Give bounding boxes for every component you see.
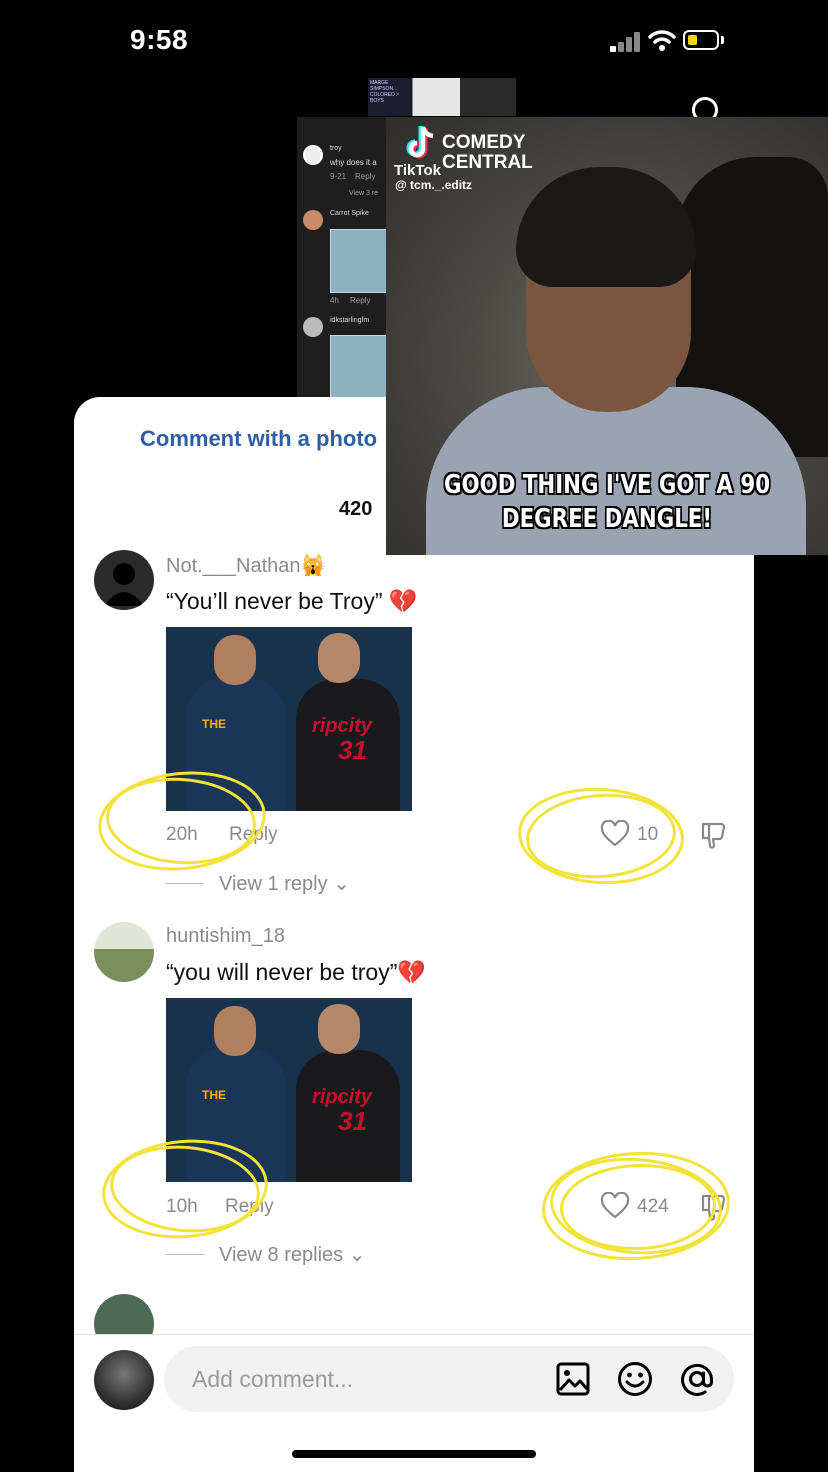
background-comments: troy why does it a 9-21 Reply View 3 re … [297,117,389,402]
comedy-central-logo: COMEDY CENTRAL [442,132,533,173]
comment-username[interactable]: huntishim_18 [166,925,285,948]
player-1-head [214,1006,256,1056]
avatar [303,317,323,337]
user-avatar[interactable] [94,1350,154,1410]
comment-avatar[interactable] [94,922,154,982]
video-username: @ tcm._.editz [395,178,473,192]
background-thumbnail: MARGE SIMPSON... COLORED > BOYS [368,78,516,116]
avatar [303,210,323,230]
replies-divider [166,1254,204,1255]
jersey-text-left: THE [202,1088,226,1102]
mention-icon[interactable] [679,1361,715,1397]
tiktok-brand: TikTok [394,162,441,179]
video-subtitle: GOOD THING I'VE GOT A 90 DEGREE DANGLE! [443,470,771,534]
hair [516,167,696,287]
comment-text: “You’ll never be Troy” 💔 [166,588,418,614]
dislike-icon[interactable] [700,820,728,850]
image-icon[interactable] [556,1362,590,1396]
view-replies-button[interactable]: View 1 reply ⌄ [219,871,350,896]
comment-input-placeholder[interactable]: Add comment... [192,1366,353,1393]
jersey-text-left: THE [202,717,226,731]
comment-text: “you will never be troy”💔 [166,959,426,985]
view-replies-button[interactable]: View 8 replies ⌄ [219,1242,365,1267]
person-icon [104,563,144,606]
emoji-icon[interactable] [617,1361,653,1397]
comment-avatar[interactable] [94,550,154,610]
comment-username[interactable]: Not.___Nathan🙀 [166,553,325,578]
avatar [303,145,323,165]
jersey-number: 31 [338,1106,367,1136]
replies-divider [166,883,204,884]
status-time: 9:58 [130,24,189,55]
comment-count: 420 [339,498,373,520]
home-indicator[interactable] [292,1450,536,1458]
battery-tip [721,36,724,44]
wifi-icon [648,30,676,51]
tiktok-logo-icon [406,126,434,159]
jersey-number: 31 [338,735,367,765]
signal-icon [610,30,642,52]
player-1-head [214,635,256,685]
comment-with-photo-link[interactable]: Comment with a photo [140,426,377,452]
player-2-head [318,1004,360,1054]
wanted-poster [330,229,388,293]
player-2-head [318,633,360,683]
wanted-poster [330,335,388,399]
composer-divider [74,1334,754,1335]
battery-icon [683,30,719,50]
